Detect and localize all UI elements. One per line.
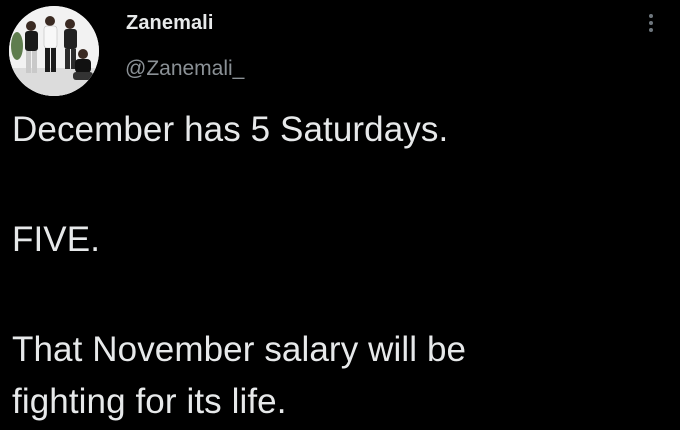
- more-dot: [649, 28, 653, 32]
- more-dot: [649, 21, 653, 25]
- more-dot: [649, 14, 653, 18]
- more-options-icon[interactable]: [644, 12, 658, 40]
- author-handle[interactable]: @Zanemali_: [125, 57, 244, 81]
- tweet-text-line: That November salary will be: [12, 330, 467, 369]
- tweet-card: Zanemali @Zanemali_ December has 5 Satur…: [0, 0, 680, 430]
- author-name[interactable]: Zanemali: [126, 12, 214, 35]
- profile-photo-icon: [9, 6, 99, 96]
- author-avatar[interactable]: [9, 6, 99, 96]
- tweet-text-line: FIVE.: [12, 220, 101, 259]
- tweet-text-line: December has 5 Saturdays.: [12, 110, 449, 149]
- tweet-text-line: fighting for its life.: [12, 382, 287, 421]
